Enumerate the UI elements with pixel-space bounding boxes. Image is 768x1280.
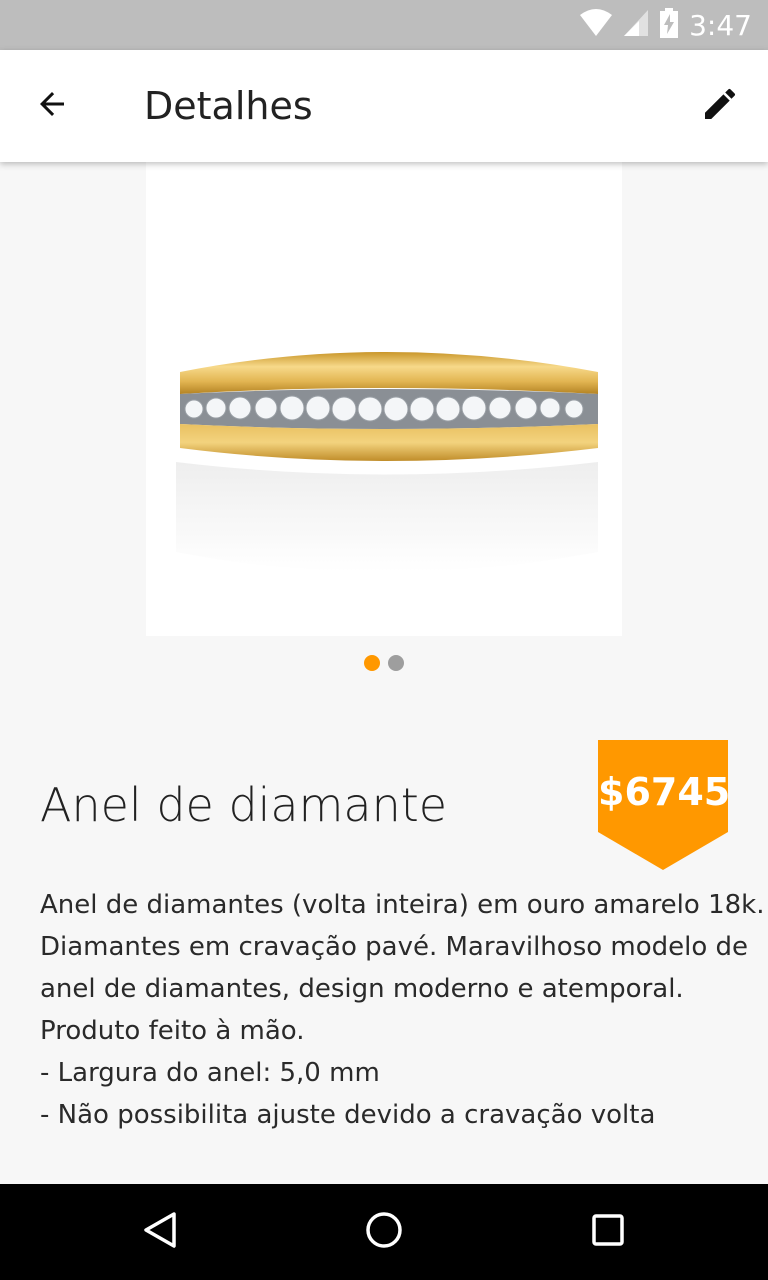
description-line: Anel de diamantes (volta inteira) em our… <box>40 890 765 920</box>
signal-icon <box>623 9 649 42</box>
page-title: Detalhes <box>144 84 313 128</box>
product-image-carousel[interactable] <box>146 162 622 636</box>
status-icons: 3:47 <box>579 0 752 50</box>
nav-recents-button[interactable] <box>584 1208 632 1256</box>
nav-back-button[interactable] <box>136 1208 184 1256</box>
price-badge: $6745 <box>598 740 731 872</box>
arrow-back-icon <box>34 86 70 127</box>
edit-button[interactable] <box>692 78 748 134</box>
nav-home-button[interactable] <box>360 1208 408 1256</box>
home-circle-icon <box>364 1210 404 1255</box>
carousel-indicator <box>0 655 768 671</box>
status-bar: 3:47 <box>0 0 768 50</box>
description-line: - Não possibilita ajuste devido a cravaç… <box>40 1100 656 1130</box>
recents-square-icon <box>588 1210 628 1255</box>
back-triangle-icon <box>140 1210 180 1255</box>
pencil-icon <box>700 84 740 129</box>
wifi-icon <box>579 8 613 42</box>
product-name: Anel de diamante <box>40 778 448 832</box>
description-line: - Largura do anel: 5,0 mm <box>40 1058 380 1088</box>
back-button[interactable] <box>24 78 80 134</box>
description-line: Diamantes em cravação pavé. Maravilhoso … <box>40 932 749 962</box>
description-line: anel de diamantes, design moderno e atem… <box>40 974 684 1004</box>
product-description: Anel de diamantes (volta inteira) em our… <box>40 884 765 1136</box>
system-nav-bar <box>0 1184 768 1280</box>
description-line: Produto feito à mão. <box>40 1016 305 1046</box>
carousel-dot[interactable] <box>388 655 404 671</box>
ring-image <box>176 352 598 572</box>
battery-charging-icon <box>659 7 679 43</box>
product-price: $6745 <box>598 770 731 814</box>
app-bar: Detalhes <box>0 50 768 162</box>
carousel-dot[interactable] <box>364 655 380 671</box>
status-time: 3:47 <box>689 8 752 42</box>
